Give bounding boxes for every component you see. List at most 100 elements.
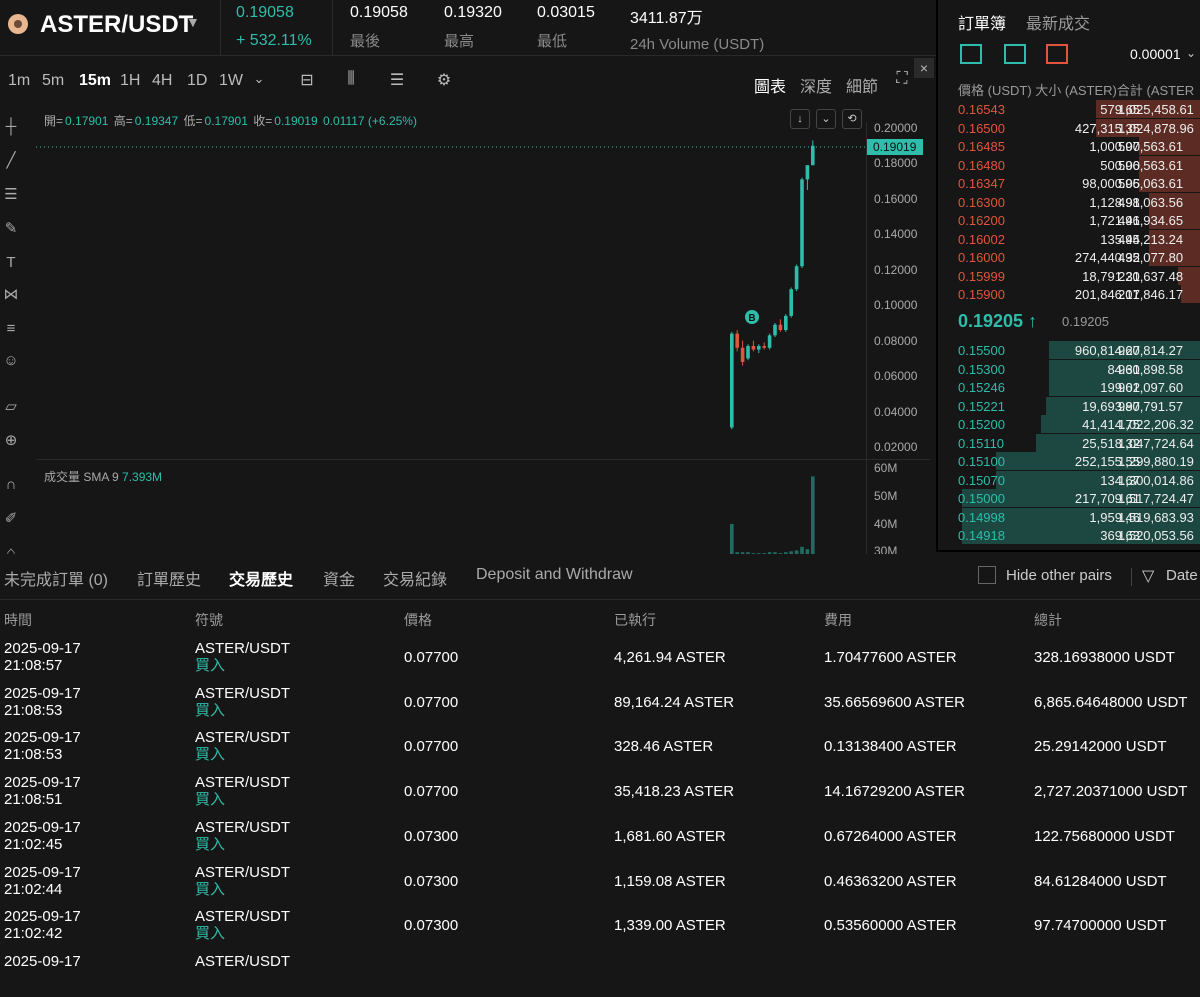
indicator-icon[interactable]: ⊟ <box>296 70 318 92</box>
trade-date: 2025-09-17 <box>4 863 81 881</box>
bid-total: 1,517,724.47 <box>1118 491 1194 506</box>
candle-type-icon[interactable]: ⫼ <box>340 70 362 92</box>
ask-row[interactable]: 0.16002 135.44 495,213.24 <box>938 229 1200 248</box>
timeframe-1d[interactable]: 1D <box>187 72 207 90</box>
tab-chart[interactable]: 圖表 <box>754 73 786 97</box>
candle[interactable] <box>730 333 734 428</box>
bid-row[interactable]: 0.14998 1,959.46 1,519,683.93 <box>938 507 1200 526</box>
timeframe-1h[interactable]: 1H <box>120 72 140 90</box>
candle[interactable] <box>784 315 788 331</box>
divider <box>332 0 333 56</box>
tab-latest-trades[interactable]: 最新成交 <box>1026 10 1090 34</box>
table-row[interactable]: 2025-09-17 21:08:57 ASTER/USDT 買入 0.07700 4,2… <box>0 640 1200 684</box>
hide-other-pairs-label[interactable]: Hide other pairs <box>1006 567 1112 584</box>
table-row[interactable]: 2025-09-17 21:02:42 ASTER/USDT 買入 0.07300 1,3… <box>0 908 1200 952</box>
candle[interactable] <box>805 165 810 180</box>
ask-row[interactable]: 0.16480 500.00 596,563.61 <box>938 155 1200 174</box>
list-icon[interactable]: ☰ <box>386 70 408 92</box>
pair-selector[interactable]: ASTER/USDT <box>40 11 193 39</box>
book-bids-icon[interactable] <box>1004 44 1026 64</box>
candle[interactable] <box>794 266 799 290</box>
ask-row[interactable]: 0.16300 1,128.91 498,063.56 <box>938 192 1200 211</box>
table-row[interactable]: 2025-09-17 ASTER/USDT <box>0 953 1200 997</box>
candle[interactable] <box>800 179 804 267</box>
candlestick-plot: B <box>36 140 866 554</box>
ask-row[interactable]: 0.15900 201,846.17 201,846.17 <box>938 285 1200 303</box>
bid-row[interactable]: 0.15200 41,414.75 1,022,206.32 <box>938 415 1200 433</box>
filter-icon[interactable]: ▽ <box>1142 566 1154 586</box>
candle[interactable] <box>773 324 777 336</box>
ask-row[interactable]: 0.16485 1,000.00 597,563.61 <box>938 137 1200 155</box>
tab-details[interactable]: 細節 <box>846 73 878 97</box>
candle[interactable] <box>746 345 750 359</box>
ask-row[interactable]: 0.16000 274,440.32 495,077.80 <box>938 248 1200 266</box>
table-row[interactable]: 2025-09-17 21:08:53 ASTER/USDT 買入 0.07700 328… <box>0 729 1200 773</box>
bid-row[interactable]: 0.15300 84.31 960,898.58 <box>938 359 1200 378</box>
trade-side: 買入 <box>195 701 226 719</box>
candle[interactable] <box>811 145 815 166</box>
tab-order-history[interactable]: 訂單歷史 <box>137 566 201 590</box>
ask-row[interactable]: 0.16543 579.65 1,025,458.61 <box>938 100 1200 118</box>
chevron-down-icon[interactable]: ▼ <box>186 14 200 30</box>
gear-icon[interactable]: ⚙ <box>433 70 455 92</box>
ticker-header: ASTER/USDT ▼ 0.19058 + 532.11% 0.19058 最… <box>0 0 936 56</box>
candle[interactable] <box>767 335 772 348</box>
ask-row[interactable]: 0.15999 18,791.31 220,637.48 <box>938 266 1200 285</box>
trade-symbol: ASTER/USDT <box>195 774 291 792</box>
table-row[interactable]: 2025-09-17 21:08:53 ASTER/USDT 買入 0.07700 89,… <box>0 685 1200 729</box>
trade-total: 122.75680000 USDT <box>1034 827 1175 845</box>
ask-row[interactable]: 0.16347 98,000.05 596,063.61 <box>938 174 1200 192</box>
table-row[interactable]: 2025-09-17 21:02:45 ASTER/USDT 買入 0.07300 1,6… <box>0 819 1200 863</box>
book-asks-icon[interactable] <box>1046 44 1068 64</box>
candle[interactable] <box>735 333 739 348</box>
tab-trade-records[interactable]: 交易紀錄 <box>383 566 447 590</box>
date-filter[interactable]: Date <box>1166 567 1198 584</box>
candle[interactable] <box>740 347 745 362</box>
close-icon[interactable]: × <box>914 58 934 78</box>
book-both-icon[interactable] <box>960 44 982 64</box>
candle[interactable] <box>778 324 783 331</box>
tab-funds[interactable]: 資金 <box>323 566 355 590</box>
symbol-cell: ASTER/USDT 買入 <box>195 685 290 719</box>
timeframe-1w[interactable]: 1W <box>219 72 243 90</box>
trade-side: 買入 <box>195 657 226 674</box>
tab-deposit-withdraw[interactable]: Deposit and Withdraw <box>476 566 633 584</box>
table-row[interactable]: 2025-09-17 21:02:44 ASTER/USDT 買入 0.07300 1,1… <box>0 864 1200 908</box>
timeframe-5m[interactable]: 5m <box>42 72 64 90</box>
table-row[interactable]: 2025-09-17 21:08:51 ASTER/USDT 買入 0.07700 35,… <box>0 774 1200 818</box>
candle[interactable] <box>757 345 761 350</box>
bid-row[interactable]: 0.15070 134.67 1,300,014.86 <box>938 470 1200 489</box>
fullscreen-icon[interactable]: ⛶ <box>891 70 913 92</box>
bid-row[interactable]: 0.15000 217,709.61 1,517,724.47 <box>938 489 1200 507</box>
timeframe-4h[interactable]: 4H <box>152 72 172 90</box>
bid-price: 0.15000 <box>958 491 1005 506</box>
chevron-down-icon[interactable]: ⌄ <box>248 71 270 93</box>
trade-price: 0.07700 <box>404 738 459 756</box>
tab-trade-history[interactable]: 交易歷史 <box>229 566 293 590</box>
bid-row[interactable]: 0.14918 369.63 1,520,053.56 <box>938 526 1200 544</box>
trade-fee: 0.53560000 ASTER <box>824 917 957 935</box>
chevron-down-icon[interactable]: ⌄ <box>1186 46 1196 60</box>
bid-price: 0.14998 <box>958 509 1005 525</box>
ask-row[interactable]: 0.16200 1,721.41 496,934.65 <box>938 211 1200 229</box>
tab-depth[interactable]: 深度 <box>800 73 832 97</box>
timeframe-15m[interactable]: 15m <box>79 72 111 90</box>
bid-row[interactable]: 0.15221 19,693.97 980,791.57 <box>938 396 1200 415</box>
timeframe-1m[interactable]: 1m <box>8 72 30 90</box>
bid-row[interactable]: 0.15500 960,814.27 960,814.27 <box>938 341 1200 359</box>
time-cell: 2025-09-17 21:02:42 <box>4 908 81 942</box>
tab-open-orders[interactable]: 未完成訂單 (0) <box>4 566 108 590</box>
bid-row[interactable]: 0.15100 252,155.55 1,299,880.19 <box>938 452 1200 470</box>
candle[interactable] <box>751 345 756 350</box>
bid-row[interactable]: 0.15246 199.02 961,097.60 <box>938 378 1200 396</box>
price-chart[interactable]: ┼ ╱ ☰ ✎ T ⋈ ≡ ☺ ▱ ⊕ ∩ ✐ ⌂ 開= 0.17901 高= 0.… <box>0 102 930 554</box>
candle[interactable] <box>789 289 793 316</box>
hide-other-pairs-checkbox[interactable] <box>978 566 996 584</box>
volume-bar <box>800 546 804 554</box>
candle[interactable] <box>762 345 766 348</box>
trade-date: 2025-09-17 <box>4 952 81 970</box>
tab-order-book[interactable]: 訂單簿 <box>958 10 1006 34</box>
bid-row[interactable]: 0.15110 25,518.32 1,047,724.64 <box>938 433 1200 452</box>
ask-row[interactable]: 0.16500 427,315.35 1,024,878.96 <box>938 118 1200 137</box>
precision-select[interactable]: 0.00001 <box>1130 46 1181 62</box>
